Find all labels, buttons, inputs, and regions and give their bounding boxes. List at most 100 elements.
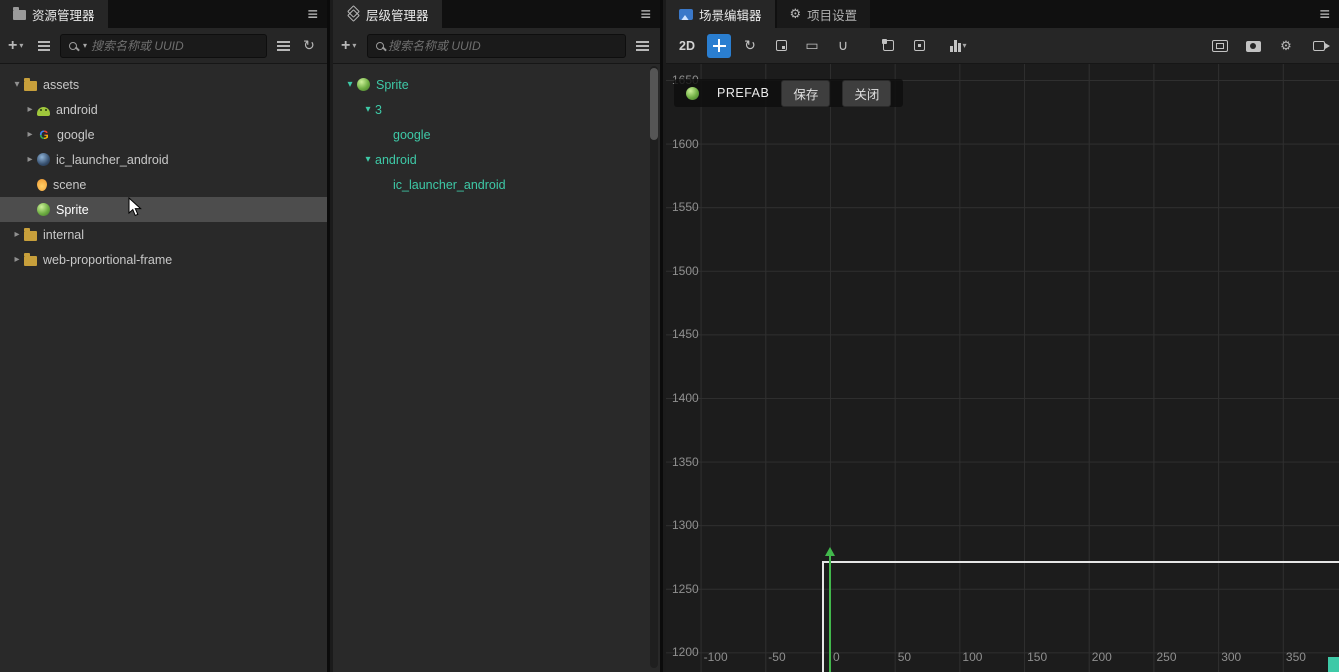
hierarchy-scrollbar[interactable] <box>650 66 658 668</box>
project-settings-tab-label: 项目设置 <box>807 8 858 23</box>
ruler-label-y: 1300 <box>672 518 699 533</box>
scale-tool-button[interactable] <box>769 34 793 58</box>
hierarchy-node-3[interactable]: ▾ 3 <box>333 97 660 122</box>
node-label: android <box>375 152 417 167</box>
tab-assets-manager[interactable]: 资源管理器 <box>0 0 108 28</box>
asset-item-web-proportional-frame[interactable]: ▸ web-proportional-frame <box>0 247 327 272</box>
hierarchy-node-android[interactable]: ▾ android <box>333 147 660 172</box>
chevron-right-icon[interactable]: ▸ <box>23 129 37 140</box>
ratio-icon <box>1212 40 1228 52</box>
assets-search-input[interactable] <box>91 38 258 53</box>
hierarchy-search-input[interactable] <box>388 38 617 53</box>
list-view-button[interactable] <box>273 35 293 57</box>
ui-handle-tool-button[interactable]: ∪ <box>831 34 855 58</box>
coordinate-icon <box>913 40 925 51</box>
node-label: android <box>56 102 98 117</box>
scale-icon <box>775 40 787 51</box>
ruler-label-x: 200 <box>1091 650 1112 664</box>
hierarchy-node-ic_launcher_android[interactable]: ic_launcher_android <box>333 172 660 197</box>
tab-project-settings[interactable]: ⚙ 项目设置 <box>776 0 871 28</box>
resolution-button[interactable] <box>1208 34 1232 58</box>
ruler-label-y: 1250 <box>672 581 699 596</box>
move-tool-button[interactable] <box>707 33 731 58</box>
rotate-tool-button[interactable]: ↻ <box>738 34 762 58</box>
list-icon <box>276 40 290 51</box>
mode-2d-toggle[interactable]: 2D <box>674 34 700 58</box>
hierarchy-toolbar: + ▾ <box>333 28 660 64</box>
android-icon <box>37 107 50 116</box>
hierarchy-node-Sprite[interactable]: ▾ Sprite <box>333 72 660 97</box>
asset-item-android[interactable]: ▸ android <box>0 97 327 122</box>
google-icon: G <box>37 128 51 142</box>
scene-panel-header: 场景编辑器 ⚙ 项目设置 ≡ <box>666 0 1339 28</box>
ruler-label-x: 150 <box>1027 650 1048 664</box>
hierarchy-menu-icon[interactable]: ≡ <box>640 0 651 28</box>
add-node-button[interactable]: + ▾ <box>341 35 361 57</box>
hierarchy-filter-button[interactable] <box>632 35 652 57</box>
stats-button[interactable]: ▾ <box>946 34 971 58</box>
chevron-right-icon[interactable]: ▸ <box>10 229 24 240</box>
pivot-icon <box>881 39 894 51</box>
hierarchy-panel-title: 层级管理器 <box>366 8 429 23</box>
ruler-label-y: 1400 <box>672 391 699 405</box>
scrollbar-thumb[interactable] <box>650 68 658 140</box>
node-label: Sprite <box>56 202 89 217</box>
scene-menu-icon[interactable]: ≡ <box>1319 0 1330 28</box>
ruler-label-y: 1600 <box>672 136 699 151</box>
chevron-right-icon[interactable]: ▸ <box>23 104 37 115</box>
camera-preview-button[interactable] <box>1241 34 1265 58</box>
folder-icon <box>24 227 37 241</box>
filter-icon <box>635 40 649 51</box>
node-label: assets <box>43 77 80 92</box>
chevron-down-icon[interactable]: ▾ <box>361 154 375 165</box>
assets-search: ▾ <box>60 33 267 58</box>
sort-assets-button[interactable] <box>34 35 54 57</box>
layers-icon <box>346 8 360 21</box>
asset-item-google[interactable]: ▸ Ggoogle <box>0 122 327 147</box>
ruler-label-x: 50 <box>897 650 912 664</box>
search-icon <box>69 41 77 50</box>
search-filter-caret-icon: ▾ <box>83 41 88 50</box>
chevron-right-icon[interactable]: ▸ <box>23 154 37 165</box>
node-label: ic_launcher_android <box>56 152 169 167</box>
save-button[interactable]: 保存 <box>781 79 831 107</box>
scene-tab-label: 场景编辑器 <box>699 8 762 23</box>
gizmo-y-axis[interactable] <box>829 556 831 672</box>
chevron-right-icon[interactable]: ▸ <box>10 254 24 265</box>
asset-item-internal[interactable]: ▸ internal <box>0 222 327 247</box>
prefab-icon <box>37 203 50 216</box>
add-asset-button[interactable]: + ▾ <box>8 35 28 57</box>
move-icon <box>712 39 726 52</box>
tab-scene-editor[interactable]: 场景编辑器 <box>666 0 775 28</box>
ruler-label-y: 1200 <box>672 645 699 660</box>
chevron-down-icon[interactable]: ▾ <box>10 79 24 90</box>
asset-item-ic_launcher_android[interactable]: ▸ ic_launcher_android <box>0 147 327 172</box>
close-button[interactable]: 关闭 <box>842 79 892 107</box>
ruler-label-x: 300 <box>1221 650 1242 664</box>
scene-viewport[interactable]: PREFAB 保存 关闭 165016001550150014501400135… <box>666 64 1339 672</box>
asset-item-assets[interactable]: ▾ assets <box>0 72 327 97</box>
chevron-down-icon: ▾ <box>19 41 24 50</box>
scene-editor-icon <box>679 8 693 20</box>
ruler-label-x: 350 <box>1285 650 1306 664</box>
asset-item-Sprite[interactable]: Sprite <box>0 197 327 222</box>
prefab-label: PREFAB <box>717 86 770 100</box>
scene-settings-button[interactable]: ⚙ <box>1274 34 1298 58</box>
refresh-button[interactable]: ↻ <box>299 35 319 57</box>
rect-tool-button[interactable]: ▭ <box>800 34 824 58</box>
export-view-button[interactable] <box>1307 34 1331 58</box>
folder-icon <box>24 77 37 91</box>
pivot-toggle-button[interactable] <box>876 34 900 58</box>
hierarchy-node-google[interactable]: google <box>333 122 660 147</box>
chevron-down-icon[interactable]: ▾ <box>343 79 357 90</box>
tab-hierarchy-manager[interactable]: 层级管理器 <box>333 0 442 28</box>
coordinate-toggle-button[interactable] <box>907 34 931 58</box>
scene-toolbar-right: ⚙ <box>1208 28 1331 64</box>
assets-menu-icon[interactable]: ≡ <box>307 0 318 28</box>
assets-panel-title: 资源管理器 <box>32 8 95 23</box>
export-icon <box>1313 41 1330 51</box>
corner-badge <box>1328 657 1339 672</box>
node-label: ic_launcher_android <box>393 177 506 192</box>
chevron-down-icon[interactable]: ▾ <box>361 104 375 115</box>
asset-item-scene[interactable]: scene <box>0 172 327 197</box>
